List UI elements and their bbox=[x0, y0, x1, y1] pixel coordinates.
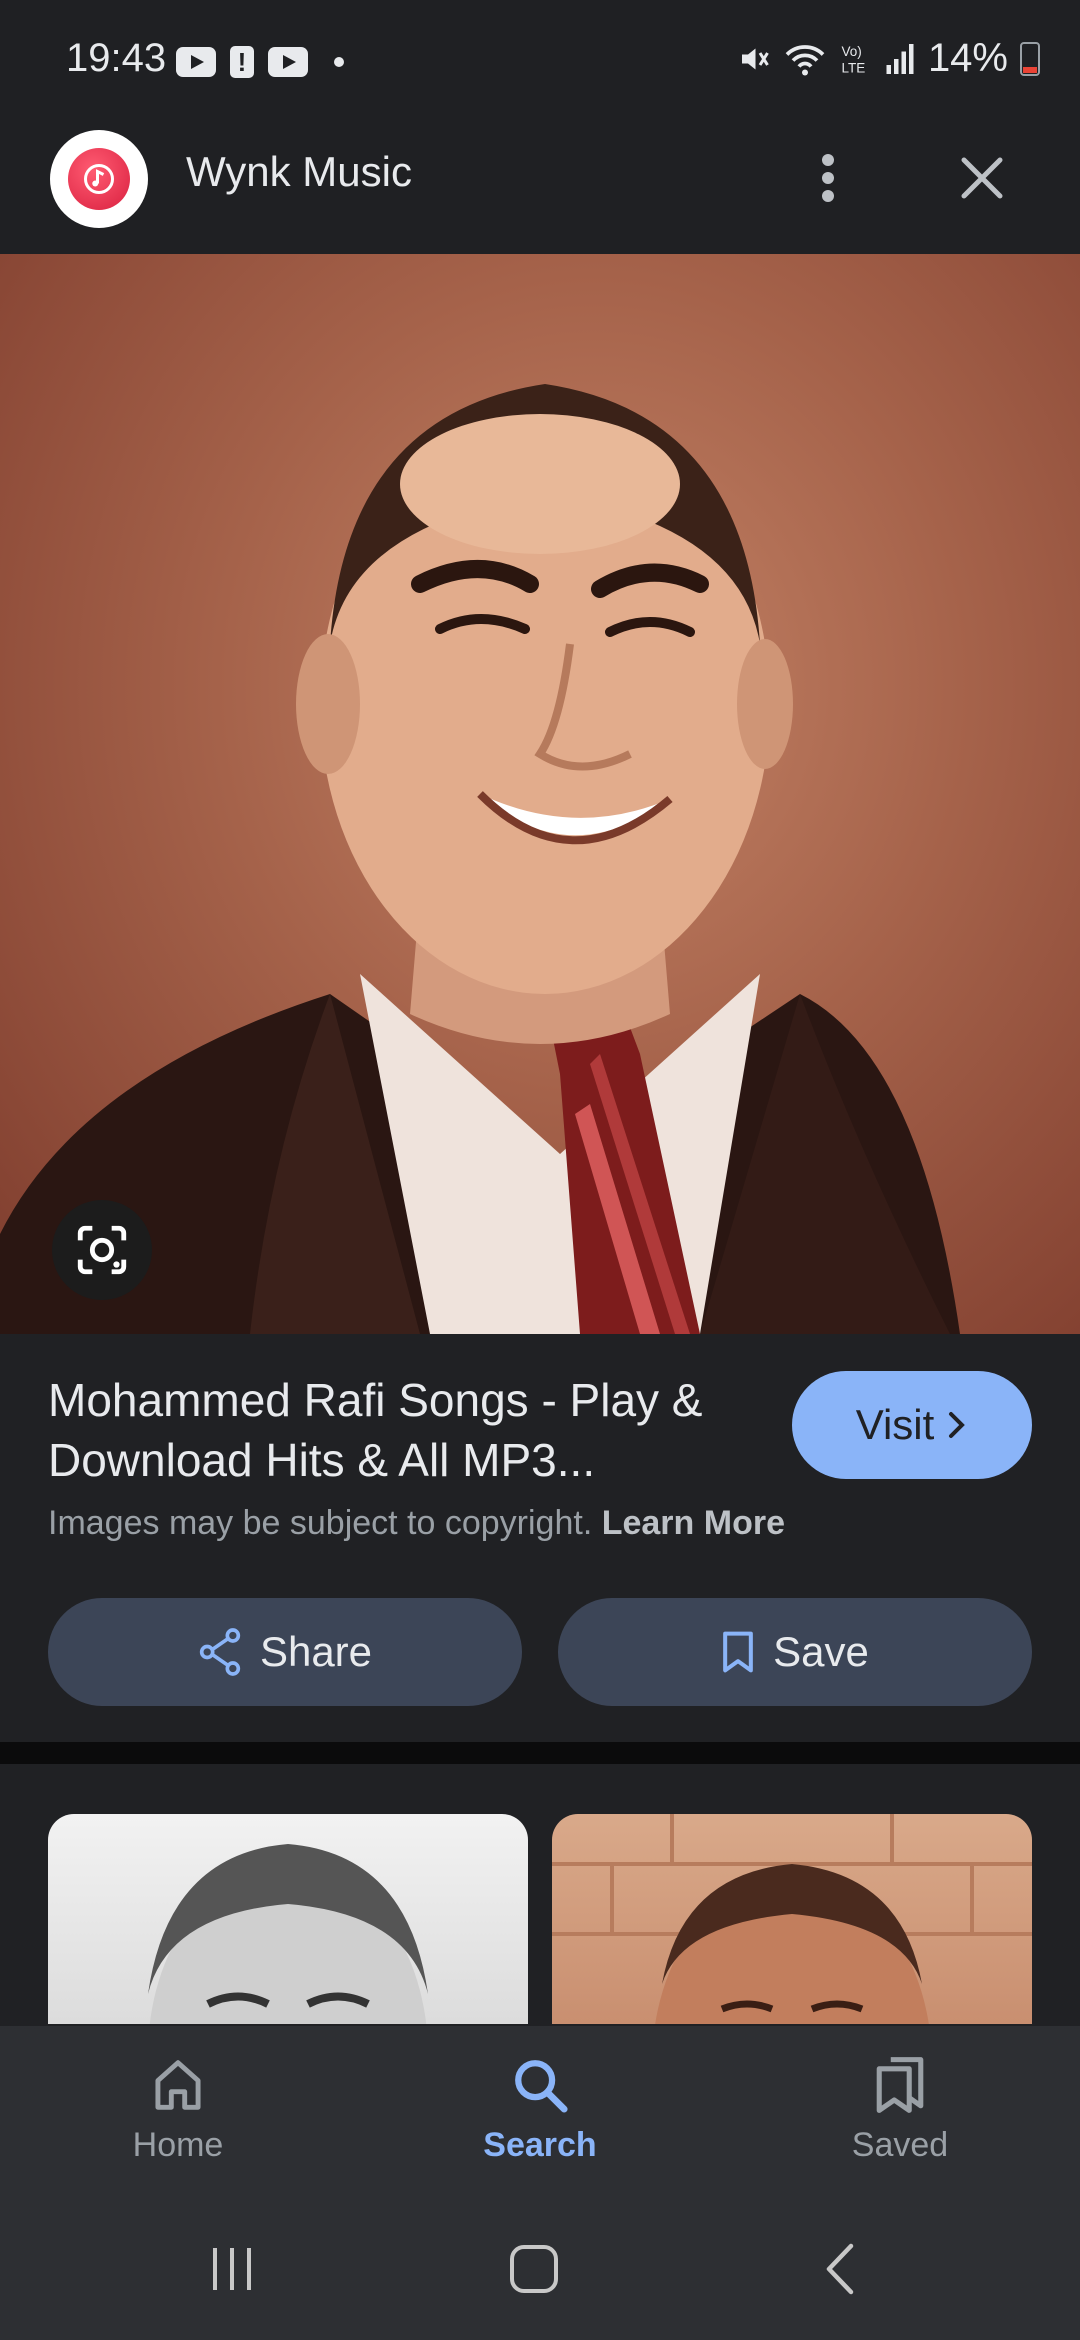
bookmark-icon bbox=[723, 1631, 753, 1673]
google-lens-icon bbox=[77, 1225, 127, 1275]
learn-more-link[interactable]: Learn More bbox=[602, 1504, 785, 1542]
copyright-notice: Images may be subject to copyright. Lear… bbox=[48, 1504, 785, 1543]
nav-home-label: Home bbox=[132, 2126, 224, 2164]
system-navigation-bar bbox=[0, 2196, 1080, 2340]
alert-notification-icon: ! bbox=[230, 46, 254, 78]
save-button[interactable]: Save bbox=[558, 1598, 1032, 1706]
system-home-button[interactable] bbox=[484, 2236, 584, 2302]
back-button[interactable] bbox=[790, 2236, 890, 2302]
portrait-illustration bbox=[0, 384, 960, 1334]
search-icon bbox=[515, 2060, 568, 2113]
visit-button[interactable]: Visit bbox=[792, 1371, 1032, 1479]
nav-search-label: Search bbox=[483, 2126, 597, 2164]
copyright-text: Images may be subject to copyright. bbox=[48, 1504, 593, 1542]
svg-text:LTE: LTE bbox=[841, 60, 865, 75]
nav-saved-label: Saved bbox=[851, 2126, 949, 2164]
app-title: Wynk Music bbox=[186, 148, 412, 195]
youtube-notification-icon bbox=[268, 47, 308, 77]
related-portrait-bw bbox=[148, 1844, 428, 2024]
signal-icon bbox=[886, 43, 914, 74]
app-logo bbox=[50, 130, 148, 228]
saved-icon bbox=[876, 2057, 924, 2113]
lens-search-button[interactable] bbox=[52, 1200, 152, 1300]
status-right: Vo) LTE 14% bbox=[736, 36, 1040, 81]
status-bar: 19:43 ! Vo) LTE 14% bbox=[0, 0, 1080, 126]
share-label: Share bbox=[259, 1628, 373, 1675]
battery-icon bbox=[1020, 41, 1040, 76]
notification-icons: ! bbox=[176, 46, 344, 78]
visit-label: Visit bbox=[855, 1401, 935, 1448]
wifi-icon bbox=[785, 44, 825, 75]
result-image[interactable] bbox=[0, 254, 1080, 1334]
chevron-right-icon bbox=[949, 1412, 966, 1438]
result-title[interactable]: Mohammed Rafi Songs - Play & Download Hi… bbox=[48, 1370, 768, 1490]
bottom-navigation: Home Search Saved bbox=[0, 2026, 1080, 2196]
nav-search[interactable]: Search bbox=[420, 2054, 660, 2165]
back-chevron-icon bbox=[826, 2243, 854, 2295]
section-divider bbox=[0, 1742, 1080, 1764]
more-notifications-dot-icon bbox=[334, 57, 344, 67]
svg-text:Vo): Vo) bbox=[841, 44, 861, 59]
youtube-notification-icon bbox=[176, 47, 216, 77]
related-portrait-color bbox=[552, 1814, 1032, 2024]
share-button[interactable]: Share bbox=[48, 1598, 522, 1706]
app-header: Wynk Music bbox=[0, 126, 1080, 254]
more-options-button[interactable] bbox=[800, 136, 856, 220]
recent-apps-button[interactable] bbox=[182, 2236, 282, 2302]
save-label: Save bbox=[773, 1628, 869, 1675]
mute-icon bbox=[741, 48, 769, 69]
home-icon bbox=[155, 2060, 201, 2110]
related-image[interactable] bbox=[552, 1814, 1032, 2024]
nav-home[interactable]: Home bbox=[58, 2054, 298, 2165]
nav-saved[interactable]: Saved bbox=[780, 2054, 1020, 2165]
music-note-icon bbox=[68, 148, 130, 210]
share-icon bbox=[199, 1628, 241, 1676]
close-button[interactable] bbox=[940, 136, 1024, 220]
battery-percent: 14% bbox=[927, 36, 1008, 80]
home-square-icon bbox=[510, 2245, 558, 2293]
related-image[interactable] bbox=[48, 1814, 528, 2024]
status-time: 19:43 bbox=[66, 36, 167, 80]
close-icon bbox=[961, 157, 1003, 199]
volte-icon: Vo)LTE bbox=[841, 44, 865, 76]
more-vert-icon bbox=[822, 154, 834, 202]
recents-icon bbox=[213, 2248, 251, 2290]
